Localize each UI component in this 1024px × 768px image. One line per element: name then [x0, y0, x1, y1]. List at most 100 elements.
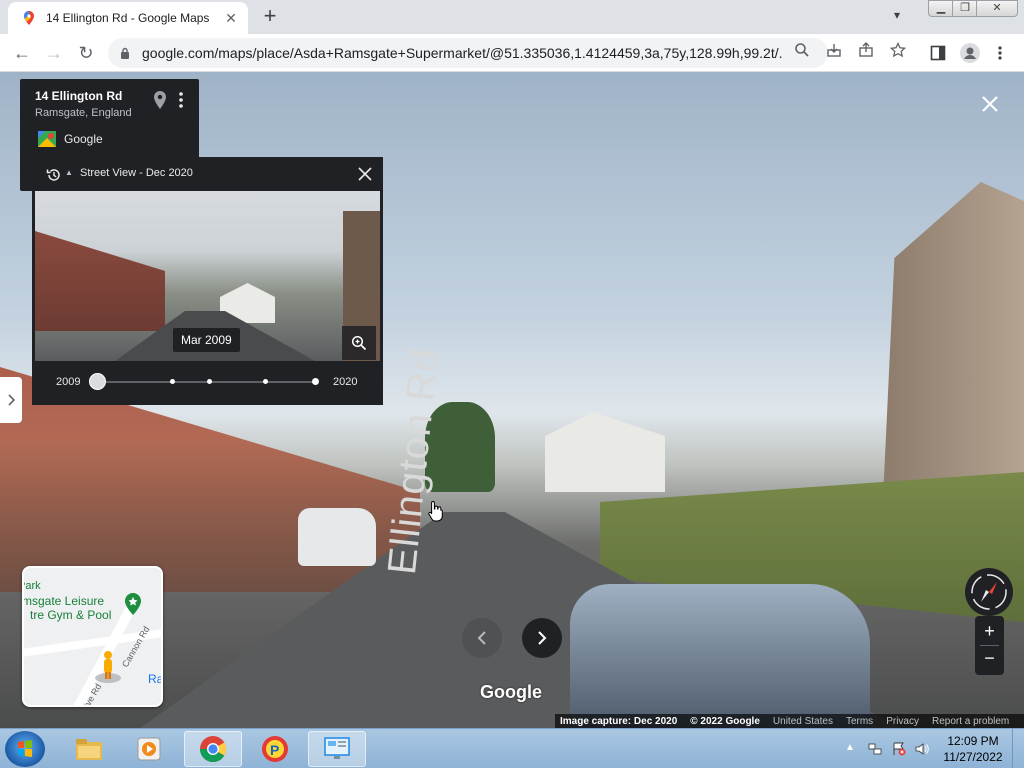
terms-link[interactable]: Terms — [846, 716, 873, 727]
google-maps-favicon-icon — [24, 11, 34, 25]
bookmark-star-icon[interactable] — [890, 42, 906, 58]
tray-expand-icon[interactable]: ▲ — [845, 742, 859, 756]
taskbar-chrome[interactable] — [184, 731, 242, 767]
windows-logo-icon — [18, 740, 32, 757]
privacy-link[interactable]: Privacy — [886, 716, 919, 727]
taskbar-paint-app[interactable]: P — [246, 731, 304, 767]
map-place-label: Ra — [148, 672, 163, 686]
address-title: 14 Ellington Rd — [35, 89, 123, 103]
mini-map[interactable]: Park msgate Leisure tre Gym & Pool Canno… — [22, 566, 163, 707]
map-place-label: Park — [24, 580, 41, 592]
report-problem-link[interactable]: Report a problem — [932, 716, 1009, 727]
map-place-label: msgate Leisure — [22, 594, 105, 608]
back-icon[interactable]: ← — [10, 41, 34, 65]
tab-strip: 14 Ellington Rd - Google Maps ✕ + ▾ ▁ ❐ … — [0, 0, 1024, 34]
scene-white-house — [545, 412, 665, 492]
profile-avatar-icon[interactable] — [960, 43, 980, 63]
new-tab-button[interactable]: + — [258, 5, 282, 29]
google-source-link[interactable]: Google — [38, 131, 103, 147]
timeline-stop[interactable] — [207, 379, 212, 384]
chevron-right-icon — [538, 631, 547, 645]
browser-tab[interactable]: 14 Ellington Rd - Google Maps ✕ — [8, 2, 248, 34]
window-close-button[interactable]: ✕ — [976, 0, 1018, 17]
timeline-start-year: 2009 — [56, 376, 81, 388]
street-view-panorama[interactable]: Ellington Rd 14 Ellington Rd Ramsgate, E… — [0, 72, 1024, 728]
region-link[interactable]: United States — [773, 716, 833, 727]
map-place-label: tre Gym & Pool — [30, 608, 112, 622]
place-pin-icon[interactable] — [124, 593, 142, 615]
taskbar-file-explorer[interactable] — [60, 731, 118, 767]
windows-taskbar: P ▲ 12:09 PM 11/27/2022 — [0, 728, 1024, 768]
timeline-slider-thumb[interactable] — [89, 373, 106, 390]
previous-panorama-button[interactable] — [462, 618, 502, 658]
hand-cursor-icon — [428, 500, 443, 522]
zoom-controls: + − — [975, 616, 1004, 675]
tab-close-icon[interactable]: ✕ — [222, 10, 240, 27]
preview-zoom-button[interactable] — [342, 326, 376, 360]
scene-blurred-car — [570, 584, 870, 728]
system-clock[interactable]: 12:09 PM 11/27/2022 — [940, 733, 1006, 765]
compass-icon — [971, 574, 1007, 610]
window-minimize-button[interactable]: ▁ — [928, 0, 954, 17]
svg-text:P: P — [270, 742, 279, 758]
caret-up-icon[interactable]: ▲ — [65, 168, 73, 177]
attribution-bar: Image capture: Dec 2020 © 2022 Google Un… — [555, 714, 1024, 728]
copyright-text: © 2022 Google — [690, 715, 760, 727]
window-restore-button[interactable]: ❐ — [952, 0, 978, 17]
close-time-travel-icon[interactable] — [356, 165, 374, 183]
compass-button[interactable] — [965, 568, 1013, 616]
chrome-icon — [199, 736, 227, 763]
timeline-stop[interactable] — [170, 379, 175, 384]
address-bar[interactable]: google.com/maps/place/Asda+Ramsgate+Supe… — [108, 38, 828, 68]
folder-icon — [76, 739, 102, 760]
street-view-date-label: Street View - Dec 2020 — [80, 167, 193, 179]
taskbar-remote-desktop[interactable] — [308, 731, 366, 767]
google-maps-logo-icon — [38, 131, 56, 147]
start-button[interactable] — [5, 731, 45, 767]
tab-search-chevron-icon[interactable]: ▾ — [894, 8, 900, 22]
timeline-stop-current[interactable] — [312, 378, 319, 385]
history-clock-icon[interactable] — [46, 167, 62, 183]
network-icon[interactable] — [868, 742, 882, 756]
action-center-flag-icon[interactable] — [892, 742, 906, 756]
timeline-stop[interactable] — [263, 379, 268, 384]
time-travel-panel: ▲ Street View - Dec 2020 Mar 2009 2009 2… — [32, 157, 383, 405]
map-road-label: Cannon Rd — [120, 624, 152, 669]
media-player-icon — [137, 737, 161, 761]
chevron-right-icon — [8, 394, 15, 406]
show-desktop-button[interactable] — [1012, 729, 1024, 768]
zoom-in-button[interactable]: + — [975, 618, 1004, 644]
remote-desktop-icon — [324, 737, 350, 759]
timeline-end-year: 2020 — [333, 376, 358, 388]
reload-icon[interactable]: ↻ — [74, 41, 98, 65]
date-tooltip: Mar 2009 — [173, 328, 240, 352]
map-pin-icon[interactable] — [153, 91, 167, 109]
tab-title: 14 Ellington Rd - Google Maps — [46, 11, 210, 25]
url-text: google.com/maps/place/Asda+Ramsgate+Supe… — [142, 45, 782, 61]
side-panel-toggle[interactable] — [0, 377, 22, 423]
next-panorama-button[interactable] — [522, 618, 562, 658]
image-capture-date: Image capture: Dec 2020 — [560, 715, 678, 727]
exit-street-view-icon[interactable] — [978, 92, 1002, 116]
pegman-icon[interactable] — [94, 650, 122, 684]
address-subtitle: Ramsgate, England — [35, 107, 132, 119]
taskbar-media-player[interactable] — [120, 731, 178, 767]
forward-icon[interactable]: → — [42, 41, 66, 65]
zoom-search-icon[interactable] — [794, 42, 810, 58]
zoom-in-magnifier-icon — [351, 335, 367, 351]
scene-parked-car — [298, 508, 376, 566]
google-watermark: Google — [480, 682, 542, 702]
paint-app-icon: P — [262, 736, 288, 762]
browser-menu-icon[interactable] — [996, 45, 1004, 61]
volume-icon[interactable] — [915, 742, 929, 756]
preview-houses — [35, 231, 165, 331]
side-panel-icon[interactable] — [930, 45, 946, 61]
more-options-icon[interactable] — [178, 91, 184, 109]
lock-icon — [121, 47, 129, 59]
chevron-left-icon — [477, 631, 486, 645]
share-icon[interactable] — [858, 42, 874, 58]
zoom-out-button[interactable]: − — [975, 646, 1004, 672]
install-app-icon[interactable] — [826, 42, 842, 58]
browser-toolbar: ← → ↻ google.com/maps/place/Asda+Ramsgat… — [0, 34, 1024, 72]
clock-date: 11/27/2022 — [943, 750, 1003, 764]
